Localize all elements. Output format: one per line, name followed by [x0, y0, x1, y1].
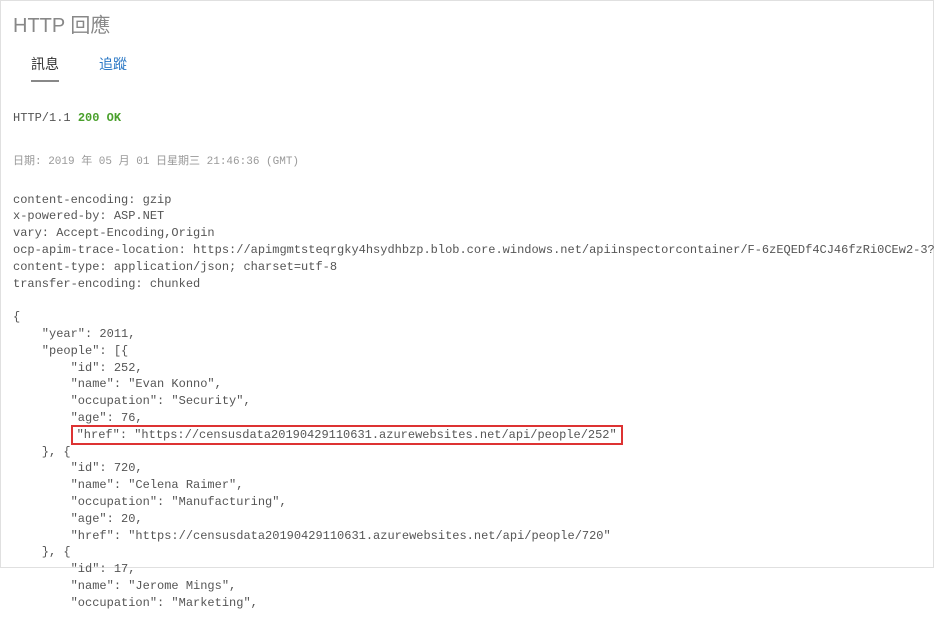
tabs-bar: 訊息 追蹤 — [1, 44, 933, 83]
headers-block: content-encoding: gzip x-powered-by: ASP… — [13, 192, 921, 293]
header-content-encoding: content-encoding: gzip — [13, 193, 171, 207]
highlighted-href-line: "href": "https://censusdata2019042911063… — [71, 425, 623, 445]
status-code: 200 OK — [78, 111, 121, 125]
json-line: "id": 17, — [13, 562, 135, 576]
json-line: "occupation": "Security", — [13, 394, 251, 408]
header-content-type: content-type: application/json; charset=… — [13, 260, 337, 274]
protocol-text: HTTP/1.1 — [13, 111, 71, 125]
json-line: "href": "https://censusdata2019042911063… — [13, 529, 611, 543]
json-line: "age": 76, — [13, 411, 143, 425]
json-line: "occupation": "Marketing", — [13, 596, 258, 610]
header-trace-location: ocp-apim-trace-location: https://apimgmt… — [13, 243, 934, 257]
tab-message[interactable]: 訊息 — [31, 50, 59, 82]
json-line: "id": 252, — [13, 361, 143, 375]
json-line: }, { — [13, 545, 71, 559]
header-transfer-encoding: transfer-encoding: chunked — [13, 277, 200, 291]
header-vary: vary: Accept-Encoding,Origin — [13, 226, 215, 240]
json-line: }, { — [13, 445, 71, 459]
json-line-indent — [13, 428, 71, 442]
response-content: HTTP/1.1 200 OK 日期: 2019 年 05 月 01 日星期三 … — [1, 83, 933, 638]
panel-title: HTTP 回應 — [1, 1, 933, 44]
json-line: "name": "Jerome Mings", — [13, 579, 236, 593]
json-line: { — [13, 310, 20, 324]
response-body: { "year": 2011, "people": [{ "id": 252, … — [13, 309, 921, 611]
json-line: "name": "Celena Raimer", — [13, 478, 243, 492]
json-line: "id": 720, — [13, 461, 143, 475]
json-line: "year": 2011, — [13, 327, 135, 341]
status-line: HTTP/1.1 200 OK — [13, 110, 921, 127]
json-line: "name": "Evan Konno", — [13, 377, 222, 391]
tab-trace[interactable]: 追蹤 — [99, 50, 127, 82]
header-x-powered-by: x-powered-by: ASP.NET — [13, 209, 164, 223]
json-line: "age": 20, — [13, 512, 143, 526]
json-line: "occupation": "Manufacturing", — [13, 495, 287, 509]
date-line: 日期: 2019 年 05 月 01 日星期三 21:46:36 (GMT) — [13, 155, 921, 170]
json-line: "people": [{ — [13, 344, 128, 358]
